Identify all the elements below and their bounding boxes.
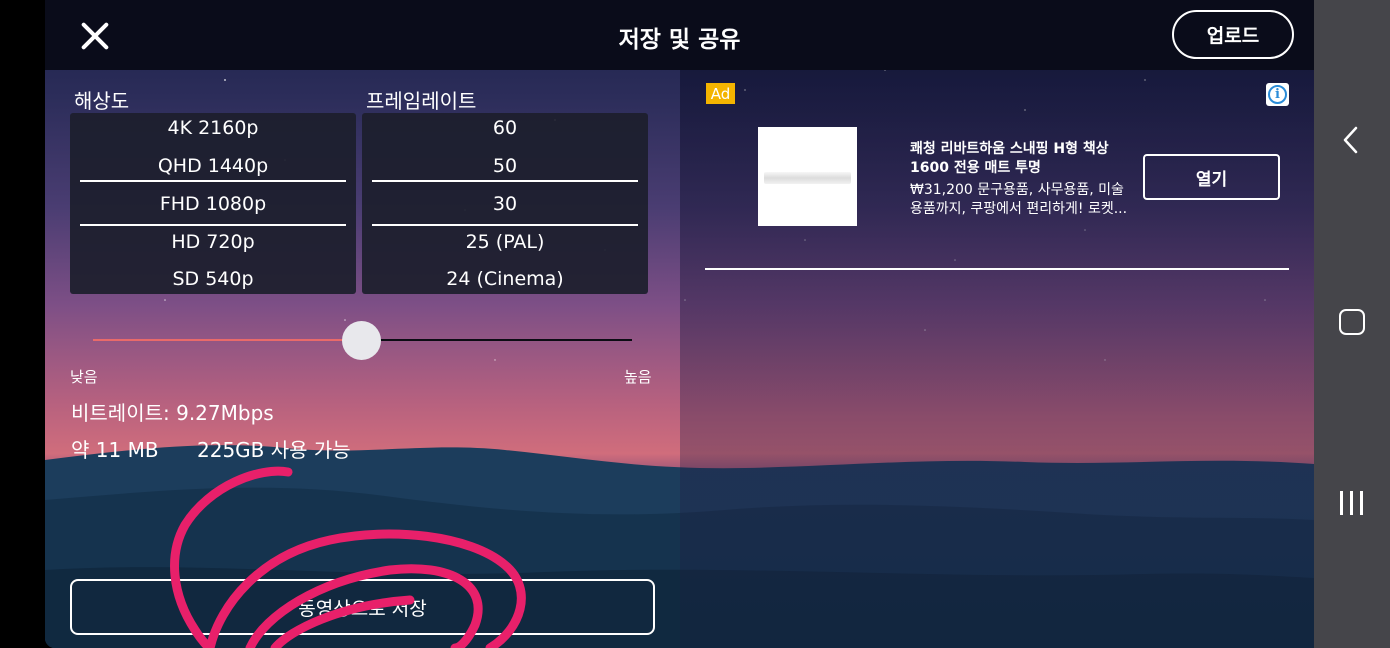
framerate-option[interactable]: 60 [362,117,648,139]
resolution-option[interactable]: QHD 1440p [70,155,356,177]
top-bar: 저장 및 공유 업로드 [45,0,1314,70]
storage-available-text: 225GB 사용 가능 [197,438,351,462]
bitrate-text: 비트레이트: 9.27Mbps [71,401,274,425]
recent-apps-icon[interactable] [1339,491,1365,515]
resolution-option-selected[interactable]: FHD 1080p [70,193,356,215]
resolution-option[interactable]: 4K 2160p [70,117,356,139]
resolution-label: 해상도 [74,89,130,113]
picker-selection-line [372,224,638,226]
quality-slider-fill [93,339,361,341]
ad-badge: Ad [706,83,735,104]
quality-slider-thumb[interactable] [342,321,381,360]
framerate-option[interactable]: 25 (PAL) [362,231,648,253]
picker-selection-line [372,180,638,182]
framerate-option[interactable]: 24 (Cinema) [362,268,648,290]
back-icon[interactable] [1341,125,1361,155]
system-nav-bar [1314,0,1390,648]
resolution-option[interactable]: SD 540p [70,268,356,290]
resolution-option[interactable]: HD 720p [70,231,356,253]
framerate-picker[interactable]: 60 50 30 25 (PAL) 24 (Cinema) [362,113,648,294]
framerate-label: 프레임레이트 [366,89,477,113]
file-size-text: 약 11 MB [71,438,159,462]
save-share-screen: 저장 및 공유 업로드 [45,0,1314,648]
picker-selection-line [80,180,346,182]
ad-product-image[interactable] [758,127,857,226]
upload-button[interactable]: 업로드 [1172,10,1294,59]
ad-info-icon[interactable]: i [1266,83,1289,106]
ad-description[interactable]: ₩31,200 문구용품, 사무용품, 미술용품까지, 쿠팡에서 편리하게! 로… [910,181,1135,219]
framerate-option[interactable]: 50 [362,155,648,177]
quality-slider-track[interactable] [361,339,632,341]
home-icon[interactable] [1339,309,1365,335]
ad-title[interactable]: 쾌청 리바트하움 스내핑 H형 책상 1600 전용 매트 투명 [910,140,1135,178]
slider-high-label: 높음 [624,368,652,386]
ad-divider [705,268,1289,270]
framerate-option-selected[interactable]: 30 [362,193,648,215]
page-title: 저장 및 공유 [618,27,741,53]
picker-selection-line [80,224,346,226]
slider-low-label: 낮음 [70,368,98,386]
save-as-video-button[interactable]: 동영상으로 저장 [70,579,655,635]
resolution-picker[interactable]: 4K 2160p QHD 1440p FHD 1080p HD 720p SD … [70,113,356,294]
ad-open-button[interactable]: 열기 [1143,154,1280,200]
